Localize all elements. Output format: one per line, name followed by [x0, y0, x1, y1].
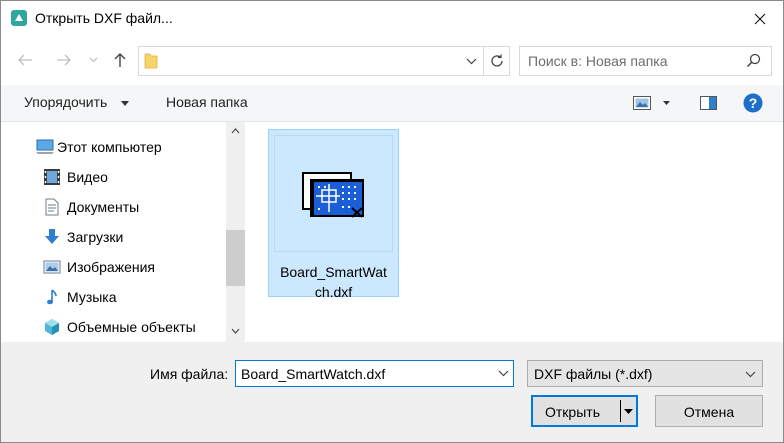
sidebar-item-label: Объемные объекты	[67, 319, 196, 335]
chevron-down-icon	[89, 57, 97, 63]
chevron-down-icon	[231, 328, 240, 334]
pictures-icon	[43, 260, 61, 274]
computer-icon	[36, 139, 54, 154]
file-name-line: Board_SmartWat	[280, 264, 387, 280]
close-icon	[754, 13, 766, 25]
sidebar-item-label: Изображения	[67, 259, 155, 275]
view-icon	[633, 96, 651, 110]
sidebar-item-pictures[interactable]: Изображения	[1, 253, 226, 281]
open-button-label: Открыть	[545, 404, 600, 420]
chevron-up-icon	[231, 128, 240, 134]
help-icon: ?	[743, 93, 763, 113]
app-icon	[11, 10, 27, 26]
file-item[interactable]: Board_SmartWat ch.dxf	[268, 129, 399, 300]
footer-panel	[1, 342, 783, 442]
arrow-left-icon	[18, 54, 32, 66]
open-options-button[interactable]	[621, 397, 636, 425]
new-folder-label: Новая папка	[166, 94, 248, 110]
refresh-icon	[491, 54, 503, 67]
open-dxf-dialog: Открыть DXF файл... Поиск в: Новая папка…	[0, 0, 784, 443]
documents-icon	[45, 198, 59, 216]
file-name-label: Board_SmartWat ch.dxf	[269, 262, 398, 302]
filename-input[interactable]	[241, 365, 486, 383]
sidebar-item-label: Документы	[67, 199, 140, 215]
sidebar-item-video[interactable]: Видео	[1, 163, 226, 191]
address-bar[interactable]	[138, 46, 510, 76]
sidebar-item-label: Загрузки	[67, 229, 124, 245]
chevron-down-icon	[466, 58, 476, 64]
new-folder-button[interactable]: Новая папка	[158, 89, 264, 117]
organize-label: Упорядочить	[24, 94, 108, 110]
sidebar-item-documents[interactable]: Документы	[1, 193, 226, 221]
3d-objects-icon	[45, 319, 59, 335]
title-bar: Открыть DXF файл...	[1, 1, 783, 37]
refresh-button[interactable]	[483, 47, 510, 75]
filename-dropdown-button[interactable]	[493, 361, 513, 386]
sidebar-item-this-pc[interactable]: Этот компьютер	[1, 133, 226, 161]
filename-combobox[interactable]	[235, 360, 514, 387]
dxf-file-icon	[302, 172, 364, 218]
sidebar-item-music[interactable]: Музыка	[1, 283, 226, 311]
help-button[interactable]: ?	[738, 89, 768, 117]
navigation-pane: Этот компьютер Видео Документы Загрузки	[1, 122, 245, 342]
organize-button[interactable]: Упорядочить	[15, 89, 139, 117]
file-thumbnail-frame	[274, 135, 393, 252]
file-type-value: DXF файлы (*.dxf)	[534, 366, 653, 382]
caret-down-icon	[663, 101, 670, 105]
filename-label: Имя файла:	[150, 366, 229, 382]
search-input[interactable]	[528, 52, 733, 70]
forward-button[interactable]	[53, 48, 75, 72]
svg-text:?: ?	[749, 95, 758, 111]
video-icon	[44, 169, 60, 185]
chevron-down-icon	[745, 371, 756, 378]
sidebar-item-label: Видео	[67, 169, 108, 185]
back-button[interactable]	[14, 48, 36, 72]
address-dropdown-button[interactable]	[461, 47, 481, 75]
music-icon	[47, 289, 57, 305]
sidebar-item-downloads[interactable]: Загрузки	[1, 223, 226, 251]
search-icon	[746, 53, 761, 68]
close-button[interactable]	[737, 1, 783, 37]
cancel-button[interactable]: Отмена	[655, 395, 763, 427]
up-button[interactable]	[109, 48, 131, 72]
recent-locations-button[interactable]	[86, 48, 100, 72]
navigation-scrollbar[interactable]	[226, 122, 245, 342]
preview-pane-icon	[700, 96, 717, 110]
chevron-down-icon	[498, 370, 508, 377]
arrow-up-icon	[114, 53, 126, 67]
file-name-line: ch.dxf	[314, 284, 353, 300]
search-box[interactable]	[519, 46, 772, 76]
command-bar: Упорядочить Новая папка ?	[1, 85, 783, 122]
sidebar-item-label: Музыка	[67, 289, 117, 305]
folder-icon	[144, 53, 158, 69]
cancel-button-label: Отмена	[683, 404, 735, 420]
sidebar-item-3d-objects[interactable]: Объемные объекты	[1, 313, 226, 341]
window-title: Открыть DXF файл...	[35, 10, 173, 26]
sidebar-item-label: Этот компьютер	[57, 139, 162, 155]
arrow-right-icon	[57, 54, 71, 66]
file-type-select[interactable]: DXF файлы (*.dxf)	[527, 360, 763, 387]
open-button[interactable]: Открыть	[531, 395, 638, 427]
caret-down-icon	[624, 408, 633, 414]
downloads-icon	[45, 229, 59, 244]
change-view-button[interactable]	[627, 91, 673, 115]
preview-pane-button[interactable]	[694, 91, 722, 115]
caret-down-icon	[121, 101, 129, 106]
scrollbar-thumb[interactable]	[226, 230, 245, 286]
